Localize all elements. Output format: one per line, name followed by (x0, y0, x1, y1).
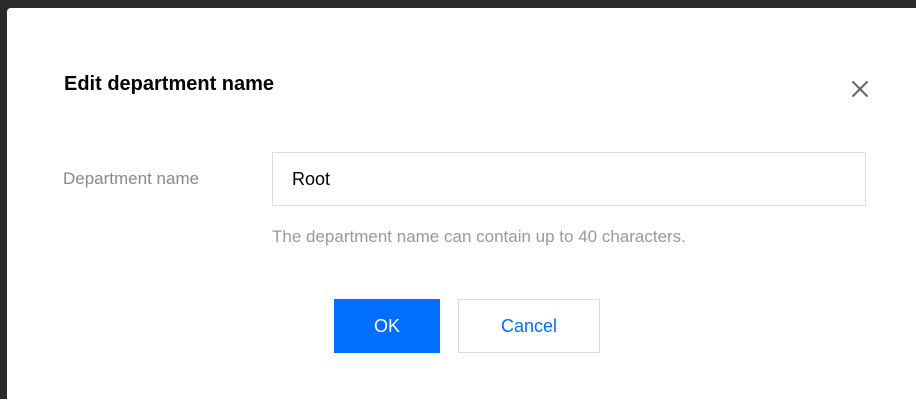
department-name-input[interactable] (272, 152, 866, 206)
department-name-hint: The department name can contain up to 40… (272, 227, 686, 246)
edit-department-dialog: Edit department name Department name The… (7, 8, 916, 399)
ok-button[interactable]: OK (334, 299, 440, 353)
department-name-label: Department name (63, 169, 200, 188)
close-button[interactable] (848, 77, 872, 101)
dialog-title: Edit department name (64, 73, 275, 95)
cancel-button[interactable]: Cancel (458, 299, 600, 353)
close-icon (852, 81, 868, 97)
